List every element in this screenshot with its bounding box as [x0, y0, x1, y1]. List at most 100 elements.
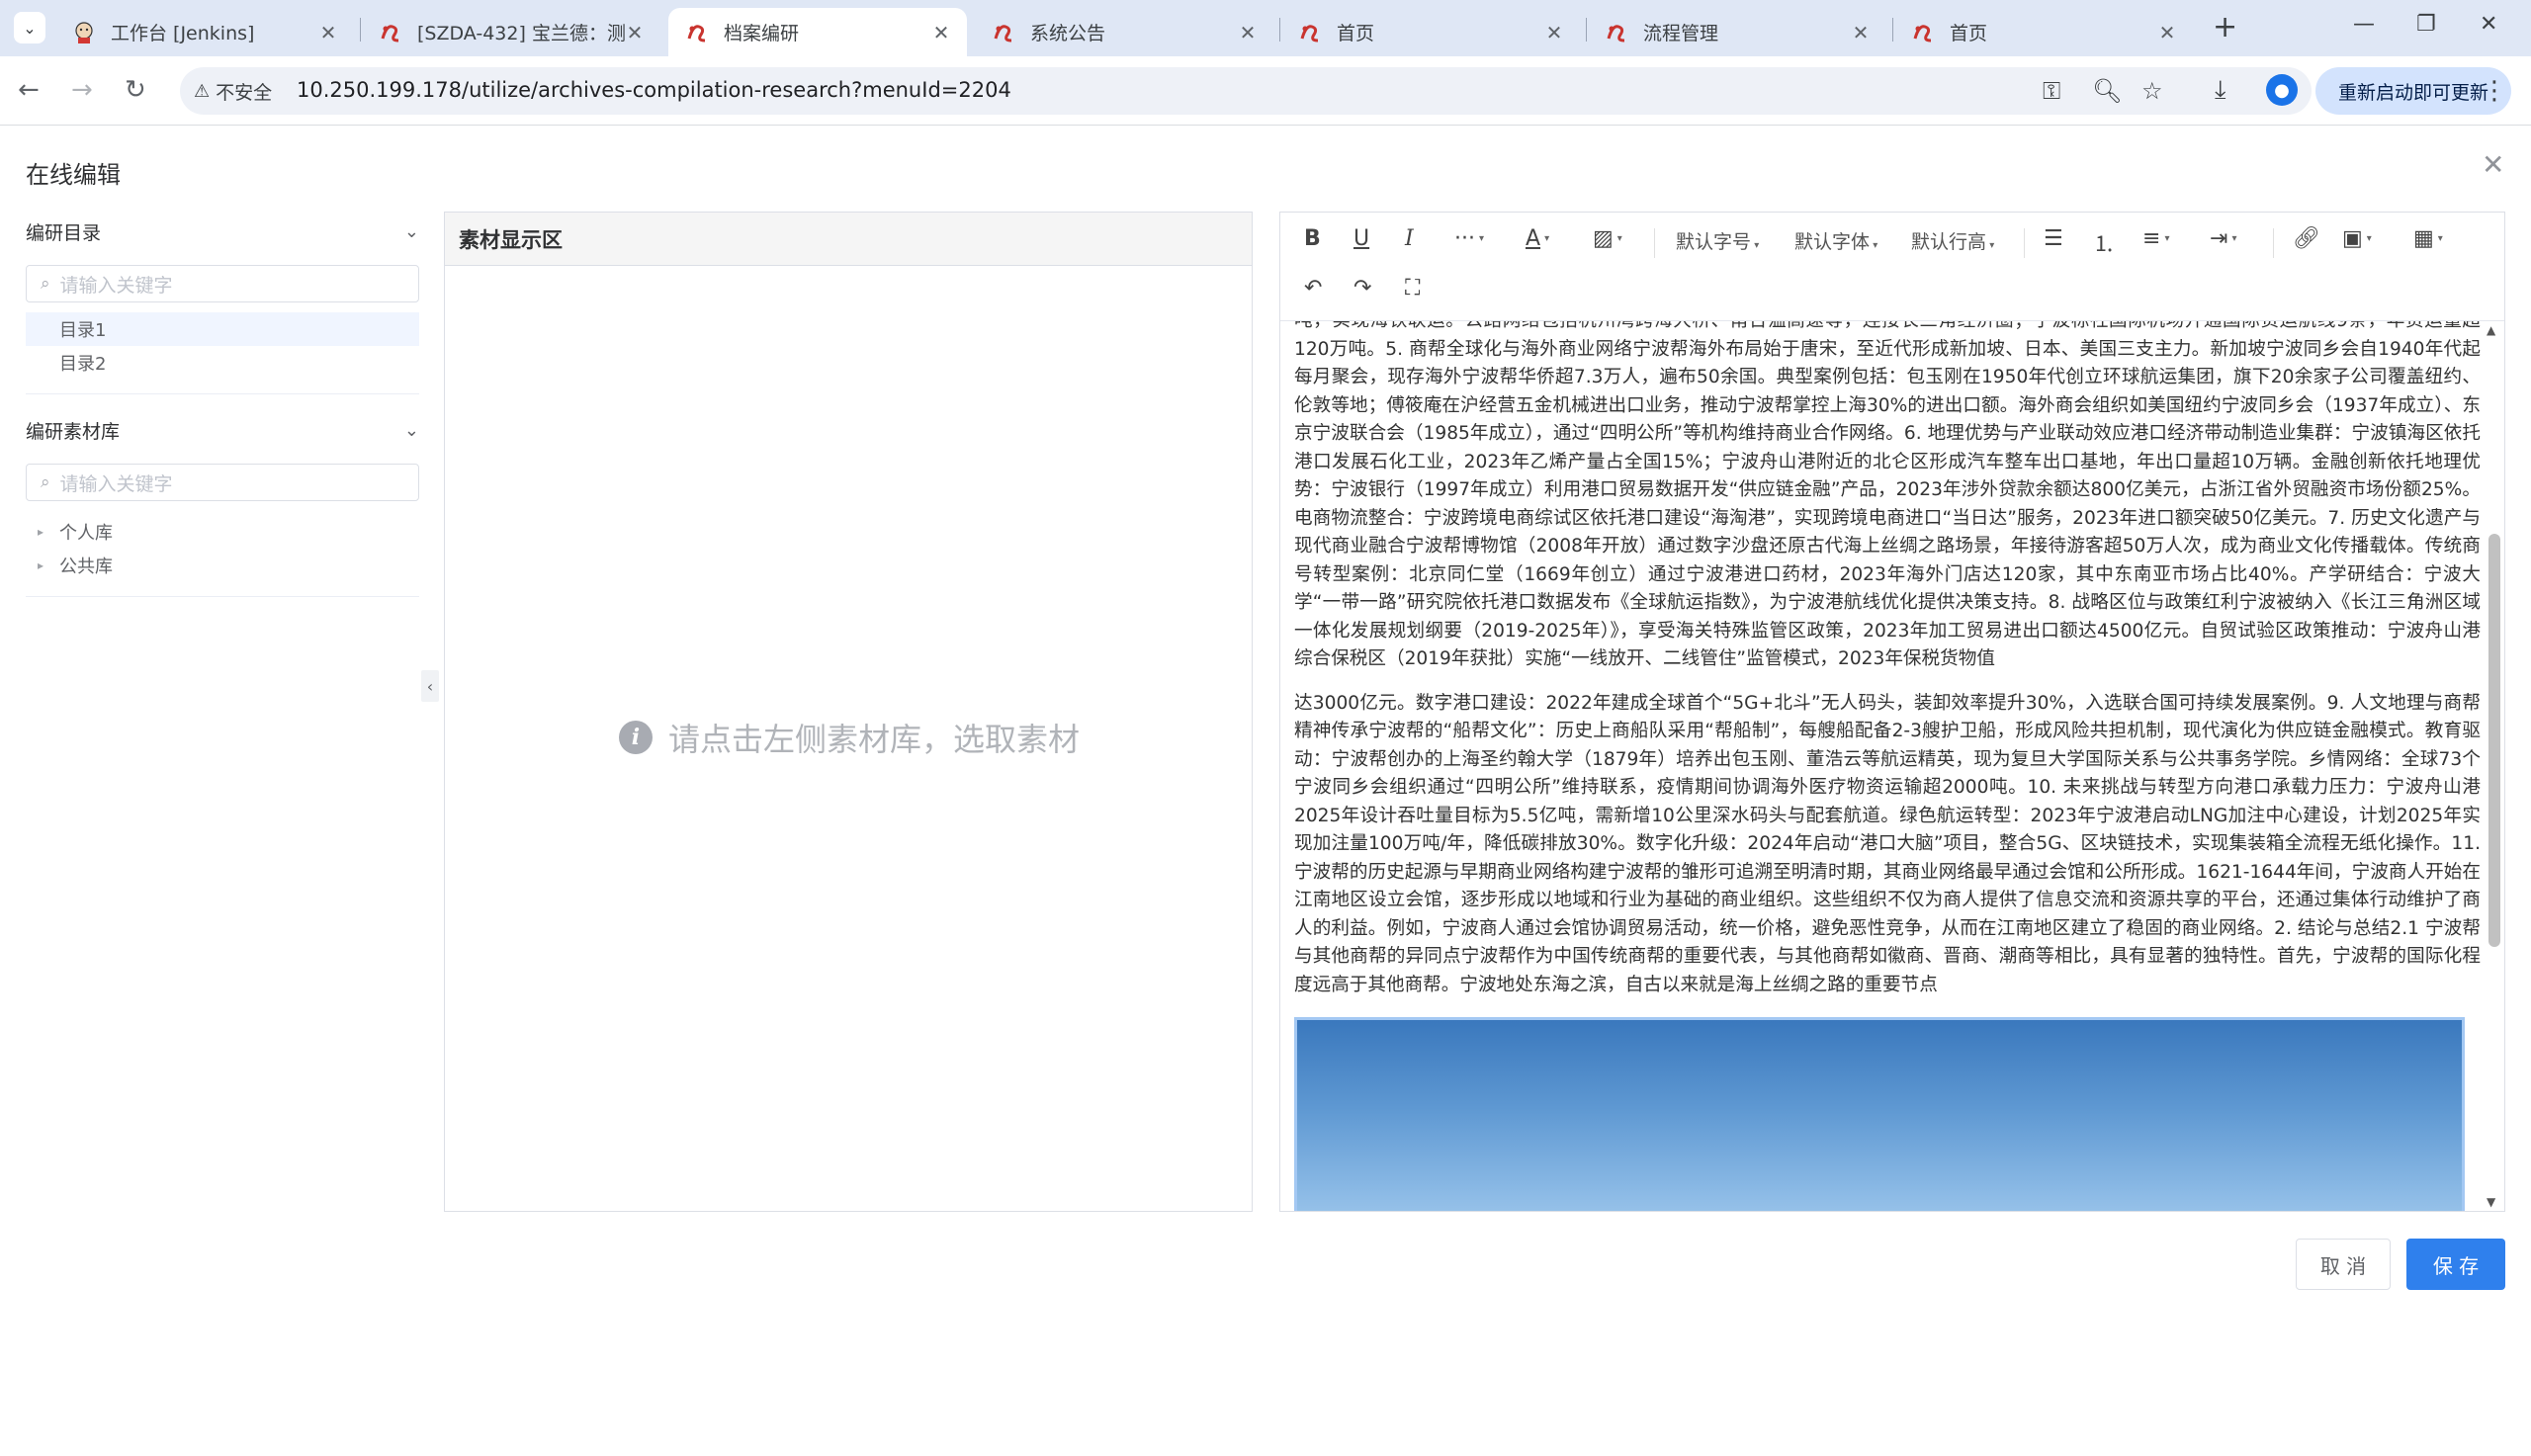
table-icon[interactable]: ▦ ▾	[2413, 226, 2443, 251]
tab-title: 工作台 [Jenkins]	[111, 23, 255, 44]
project-logo-icon	[684, 20, 710, 45]
restore-window-icon[interactable]: ❐	[2416, 12, 2436, 37]
forward-arrow-icon[interactable]: →	[71, 76, 93, 104]
security-indicator[interactable]: ⚠ 不安全	[194, 78, 272, 105]
library-search-input[interactable]: ⌕ 请输入关键字	[26, 464, 419, 501]
scroll-thumb[interactable]	[2488, 534, 2500, 947]
line-height-select[interactable]: 默认行高 ▾	[1911, 227, 1994, 254]
bold-icon[interactable]: B	[1304, 226, 1321, 251]
save-button[interactable]: 保 存	[2406, 1239, 2505, 1290]
tab-separator	[1586, 18, 1587, 42]
new-tab-icon[interactable]: +	[2213, 13, 2237, 43]
cancel-button[interactable]: 取 消	[2296, 1239, 2391, 1290]
fullscreen-icon[interactable]: ⛶	[1405, 276, 1420, 300]
close-icon[interactable]: ✕	[1238, 21, 1258, 44]
project-logo-icon	[1297, 20, 1323, 45]
scroll-down-arrow-icon[interactable]: ▼	[2487, 1195, 2495, 1209]
search-icon: ⌕	[41, 472, 50, 492]
browser-tab-bar: ⌄ 工作台 [Jenkins] ✕ [SZDA-432] 宝兰德：测 ✕ 档案编…	[0, 0, 2531, 56]
library-section-header[interactable]: 编研素材库 ⌄	[26, 410, 419, 450]
close-icon[interactable]: ✕	[625, 21, 645, 44]
font-size-label: 默认字号	[1676, 231, 1752, 253]
image-icon[interactable]: ▣ ▾	[2342, 226, 2372, 251]
align-icon[interactable]: ≡ ▾	[2142, 226, 2169, 251]
reload-icon[interactable]: ↻	[125, 76, 146, 104]
font-color-icon[interactable]: A ▾	[1526, 226, 1549, 251]
close-icon[interactable]: ✕	[931, 21, 951, 44]
info-icon: i	[618, 721, 653, 754]
more-styles-icon[interactable]: ··· ▾	[1454, 226, 1484, 251]
link-icon[interactable]: 🔗︎	[2293, 226, 2320, 251]
editor-content[interactable]: 吨，实现海铁联运。公路网络包括杭州湾跨海大桥、甬台温高速等，连接长三角经济圈；宁…	[1294, 321, 2481, 1211]
redo-icon[interactable]: ↷	[1353, 276, 1371, 300]
zoom-icon[interactable]: 🔍︎	[2092, 77, 2122, 105]
bulleted-list-icon[interactable]: ☰	[2044, 226, 2063, 251]
tab-title: 首页	[1337, 23, 1375, 44]
url-text[interactable]: 10.250.199.178/utilize/archives-compilat…	[297, 78, 1011, 102]
divider	[26, 393, 419, 394]
tab-title: [SZDA-432] 宝兰德：测	[417, 23, 625, 44]
caret-right-icon[interactable]: ▸	[38, 525, 44, 539]
catalog-item[interactable]: 目录1	[26, 312, 419, 346]
browser-tab[interactable]: 系统公告 ✕	[975, 8, 1273, 56]
library-tree-item[interactable]: ▸ 个人库	[26, 515, 419, 549]
background-color-icon[interactable]: ▨ ▾	[1593, 226, 1622, 251]
font-size-select[interactable]: 默认字号 ▾	[1676, 227, 1759, 254]
chevron-down-icon[interactable]: ⌄	[404, 420, 419, 441]
profile-avatar-icon[interactable]: ●	[2266, 74, 2298, 106]
browser-tab-active[interactable]: 档案编研 ✕	[668, 8, 967, 56]
close-icon[interactable]: ✕	[1544, 21, 1564, 44]
jenkins-icon	[71, 20, 97, 45]
scroll-up-arrow-icon[interactable]: ▲	[2487, 323, 2495, 337]
tab-separator	[1892, 18, 1893, 42]
security-label: 不安全	[216, 82, 273, 104]
editor-scrollbar[interactable]: ▲ ▼	[2485, 321, 2502, 1211]
download-icon[interactable]: ⤓	[2215, 75, 2226, 106]
indent-icon[interactable]: ⇥ ▾	[2210, 226, 2236, 251]
embedded-image[interactable]	[1294, 1017, 2465, 1211]
tab-separator	[1279, 18, 1280, 42]
editor-toolbar: B U I ··· ▾ A ▾ ▨ ▾ 默认字号 ▾ 默认字体 ▾ 默认行高 ▾ ☰ …	[1280, 213, 2504, 321]
omnibox[interactable]: ⚠ 不安全 10.250.199.178/utilize/archives-co…	[180, 67, 2312, 115]
catalog-item[interactable]: 目录2	[26, 346, 419, 380]
caret-right-icon[interactable]: ▸	[38, 558, 44, 572]
close-icon[interactable]: ✕	[1851, 21, 1871, 44]
left-sidebar: 编研目录 ⌄ ⌕ 请输入关键字 目录1 目录2 编研素材库 ⌄ ⌕ 请输入关键字…	[26, 212, 419, 597]
dialog-close-icon[interactable]: ✕	[2482, 148, 2504, 181]
collapse-sidebar-button[interactable]: ‹	[421, 670, 439, 702]
minimize-icon[interactable]: —	[2353, 12, 2375, 37]
catalog-section-header[interactable]: 编研目录 ⌄	[26, 212, 419, 251]
close-icon[interactable]: ✕	[318, 21, 338, 44]
library-search-placeholder: 请输入关键字	[59, 472, 173, 495]
editor-paragraph[interactable]: 达3000亿元。数字港口建设：2022年建成全球首个“5G+北斗”无人码头，装卸…	[1294, 690, 2481, 1000]
tab-search-button[interactable]: ⌄	[14, 12, 45, 43]
catalog-search-input[interactable]: ⌕ 请输入关键字	[26, 265, 419, 302]
close-icon[interactable]: ✕	[2157, 21, 2177, 44]
close-window-icon[interactable]: ✕	[2480, 12, 2497, 37]
divider	[26, 596, 419, 597]
chevron-down-icon[interactable]: ⌄	[404, 221, 419, 242]
font-family-select[interactable]: 默认字体 ▾	[1794, 227, 1877, 254]
library-tree-item[interactable]: ▸ 公共库	[26, 549, 419, 582]
back-arrow-icon[interactable]: ←	[18, 76, 40, 104]
italic-icon[interactable]: I	[1405, 226, 1414, 251]
font-family-label: 默认字体	[1794, 231, 1871, 253]
browser-tab[interactable]: 流程管理 ✕	[1588, 8, 1886, 56]
password-key-icon[interactable]: ⚿	[2043, 77, 2060, 105]
underline-icon[interactable]: U	[1353, 226, 1369, 251]
project-logo-icon	[991, 20, 1016, 45]
browser-tab[interactable]: 首页 ✕	[1281, 8, 1580, 56]
numbered-list-icon[interactable]: ⒈	[2093, 226, 2115, 258]
more-menu-icon[interactable]: ⋮	[2482, 76, 2507, 106]
browser-tab[interactable]: 工作台 [Jenkins] ✕	[55, 8, 354, 56]
browser-tab[interactable]: 首页 ✕	[1894, 8, 2193, 56]
catalog-search-placeholder: 请输入关键字	[59, 274, 173, 297]
undo-icon[interactable]: ↶	[1304, 276, 1322, 300]
chevron-down-icon: ⌄	[23, 18, 37, 38]
tab-title: 档案编研	[724, 23, 800, 44]
editor-paragraph[interactable]: 吨，实现海铁联运。公路网络包括杭州湾跨海大桥、甬台温高速等，连接长三角经济圈；宁…	[1294, 321, 2481, 674]
chevron-left-icon: ‹	[426, 676, 434, 696]
library-item-label: 个人库	[59, 523, 113, 544]
browser-tab[interactable]: [SZDA-432] 宝兰德：测 ✕	[362, 8, 660, 56]
bookmark-star-icon[interactable]: ☆	[2141, 77, 2163, 105]
